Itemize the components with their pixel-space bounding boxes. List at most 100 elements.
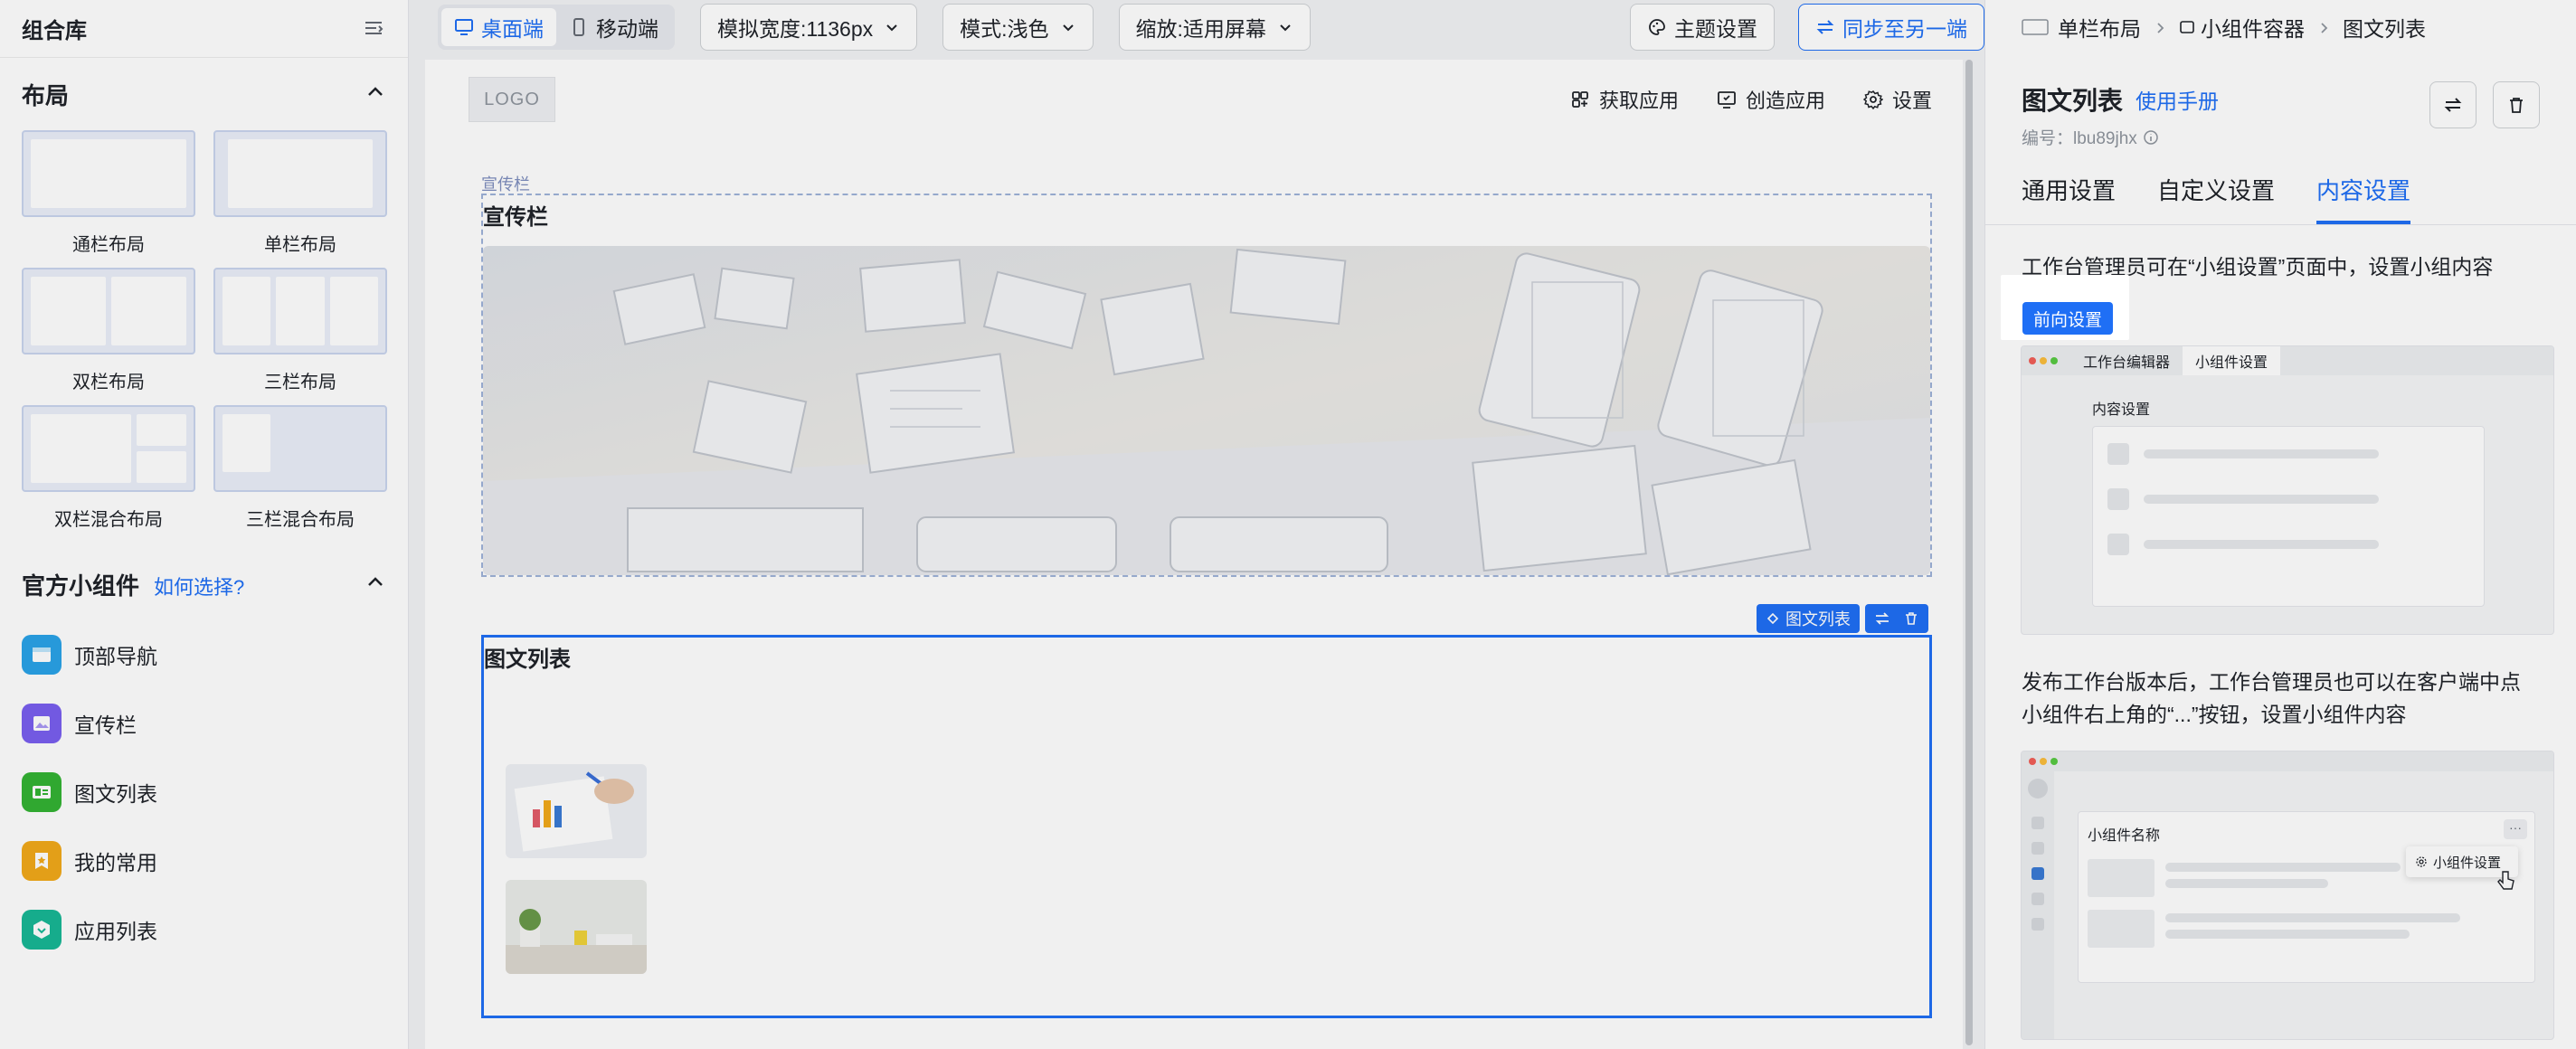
width-select[interactable]: 模拟宽度:1136px [700,4,918,51]
selected-widget-tag[interactable]: 图文列表 [1757,604,1860,633]
how-to-choose-link[interactable]: 如何选择? [154,576,244,599]
nav-create-app[interactable]: 创造应用 [1717,85,1825,114]
widget-app-list[interactable]: 应用列表 [22,895,386,964]
banner-icon [22,704,62,743]
window-close-dot [2029,758,2036,765]
nav-settings-label: 设置 [1891,90,1932,112]
widget-section-header[interactable]: 官方小组件 如何选择? [0,548,408,620]
canvas-scrollbar[interactable] [1963,60,1975,1049]
tab-general-settings[interactable]: 通用设置 [2022,173,2116,224]
image-text-list-widget[interactable]: 图文列表 [481,635,1932,1018]
illustration-widget-name: 小组件名称 [2088,828,2161,844]
widget-favorites[interactable]: 我的常用 [22,827,386,895]
illustration-window-bar: 工作台编辑器 小组件设置 [2022,346,2553,375]
layout-two-column[interactable]: 双栏布局 [22,268,195,392]
replace-widget-button[interactable] [2429,81,2477,128]
layout-thumbnail [22,268,195,354]
layout-three-column-mixed[interactable]: 三栏混合布局 [213,405,387,530]
window-close-dot [2029,357,2036,364]
illustration-client: 小组件名称 ··· 小组件设置 [2021,751,2554,1040]
preview-nav: 获取应用 创造应用 设置 [1532,85,1932,114]
desktop-tab[interactable]: 桌面端 [441,8,556,46]
window-minimize-dot [2040,758,2047,765]
width-select-value: 模拟宽度:1136px [717,17,874,41]
chevron-down-icon [886,24,897,32]
mobile-label: 移动端 [596,17,658,41]
banner-title: 宣传栏 [483,205,548,230]
layout-label: 通栏布局 [72,235,145,255]
create-app-icon [1718,91,1736,109]
swap-icon[interactable] [1874,610,1890,627]
sync-label: 同步至另一端 [1842,17,1967,41]
layout-grid: 通栏布局 单栏布局 双栏布局 三栏布局 双栏混合布局 三栏混合布局 [0,130,408,530]
selected-widget-toolbar: 图文列表 [1751,604,1928,633]
layout-full-width[interactable]: 通栏布局 [22,130,195,255]
widget-icon [1766,612,1779,625]
widget-label: 应用列表 [74,920,157,943]
layout-section-title: 布局 [22,81,70,109]
manual-link[interactable]: 使用手册 [2136,84,2219,115]
workspace-canvas[interactable]: LOGO 获取应用 创造应用 设置 宣传栏 宣传栏 图文列表 图文列表 [425,60,1975,1049]
tab-custom-settings[interactable]: 自定义设置 [2157,173,2275,224]
editor-toolbar: 桌面端 移动端 模拟宽度:1136px 模式:浅色 缩放:适用屏幕 主题设置 同… [425,0,1984,54]
list-item-thumbnail [506,764,647,858]
nav-get-app[interactable]: 获取应用 [1570,85,1679,114]
widget-list: 顶部导航 宣传栏 图文列表 我的常用 应用列表 [0,620,408,964]
nav-create-app-label: 创造应用 [1745,90,1825,112]
chevron-right-icon [2317,15,2330,40]
chevron-up-icon[interactable] [365,81,386,108]
layout-thumbnail [213,405,387,492]
widget-id-text: 编号：lbu89jhx [2022,129,2137,148]
zoom-select[interactable]: 缩放:适用屏幕 [1118,4,1311,51]
layout-label: 单栏布局 [264,235,336,255]
widget-banner[interactable]: 宣传栏 [22,689,386,758]
collapse-panel-icon[interactable] [361,16,386,42]
breadcrumb-item-container[interactable]: 小组件容器 [2179,12,2305,43]
banner-widget[interactable]: 宣传栏 [481,194,1932,577]
selected-widget-tag-label: 图文列表 [1785,610,1851,628]
widget-label: 图文列表 [74,782,157,806]
apps-grid-icon [1572,91,1588,108]
layout-section-header[interactable]: 布局 [0,58,408,130]
trash-icon[interactable] [1903,610,1919,627]
breadcrumb-item-single-column[interactable]: 单栏布局 [2022,12,2141,43]
forward-settings-button[interactable]: 前向设置 [2022,302,2114,335]
window-maximize-dot [2050,357,2058,364]
theme-settings-label: 主题设置 [1674,17,1757,41]
mobile-tab[interactable]: 移动端 [556,8,671,46]
nav-settings[interactable]: 设置 [1862,85,1932,114]
layout-three-column[interactable]: 三栏布局 [213,268,387,392]
app-list-icon [22,910,62,950]
mode-select-value: 模式:浅色 [960,17,1049,41]
breadcrumb-label: 小组件容器 [2201,17,2305,41]
illustration-heading: 内容设置 [2092,402,2151,418]
widget-title: 图文列表 使用手册 [2022,81,2219,118]
illustration-widget-card: 小组件名称 ··· 小组件设置 [2078,811,2535,983]
mode-select[interactable]: 模式:浅色 [942,4,1094,51]
chevron-right-icon [2154,15,2166,40]
monitor-icon [455,19,473,35]
layout-single-column[interactable]: 单栏布局 [213,130,387,255]
delete-widget-button[interactable] [2493,81,2540,128]
widget-top-nav[interactable]: 顶部导航 [22,620,386,689]
widget-title-text: 图文列表 [2022,87,2124,115]
layout-label: 三栏布局 [264,373,336,392]
layout-label: 双栏混合布局 [54,510,163,530]
image-text-list-title: 图文列表 [484,647,571,672]
widget-image-text-list[interactable]: 图文列表 [22,758,386,827]
layout-two-column-mixed[interactable]: 双栏混合布局 [22,405,195,530]
illustration-tab-widget-settings: 小组件设置 [2183,346,2281,375]
widget-label: 顶部导航 [74,645,157,668]
widget-label: 我的常用 [74,851,157,874]
tab-content-settings[interactable]: 内容设置 [2316,173,2411,224]
sync-other-end-button[interactable]: 同步至另一端 [1798,4,1984,51]
info-icon[interactable] [2143,129,2159,146]
component-library-header: 组合库 [0,0,408,58]
mobile-icon [573,18,584,36]
banner-image [483,246,1930,575]
palette-icon [1649,19,1665,35]
chevron-up-icon[interactable] [365,572,386,598]
illustration-window-bar [2022,751,2553,771]
theme-settings-button[interactable]: 主题设置 [1630,4,1775,51]
desktop-label: 桌面端 [481,17,544,41]
